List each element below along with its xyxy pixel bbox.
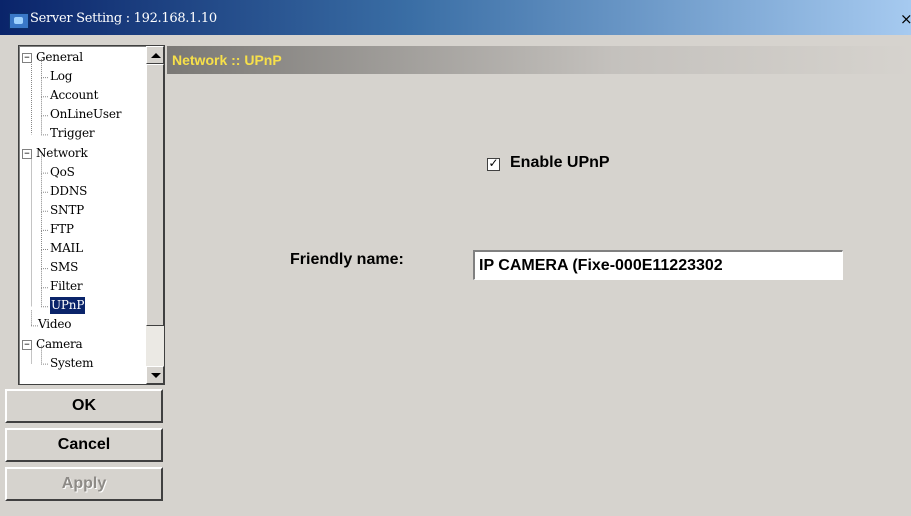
title-bar[interactable]: Server Setting : 192.168.1.10 ×: [0, 0, 911, 35]
collapse-camera-icon[interactable]: −: [22, 339, 32, 350]
tree-item-qos[interactable]: QoS: [50, 164, 75, 181]
tree-item-video[interactable]: Video: [38, 316, 72, 333]
enable-upnp-label[interactable]: Enable UPnP: [510, 154, 610, 172]
cancel-button[interactable]: Cancel: [5, 428, 163, 462]
scroll-up-arrow-icon: [151, 53, 161, 58]
tree-item-account[interactable]: Account: [50, 87, 98, 104]
friendly-name-input[interactable]: [473, 250, 843, 280]
tree-item-trigger[interactable]: Trigger: [50, 125, 95, 142]
tree-scrollbar[interactable]: [146, 46, 164, 384]
scroll-down-arrow-icon: [151, 373, 161, 378]
server-setting-icon: [9, 13, 29, 29]
window-title: Server Setting : 192.168.1.10: [30, 11, 217, 26]
tree-item-mail[interactable]: MAIL: [50, 240, 83, 257]
server-setting-window: Server Setting : 192.168.1.10 × − General…: [0, 0, 911, 516]
tree-item-sntp[interactable]: SNTP: [50, 202, 84, 219]
check-icon: ✓: [488, 156, 499, 170]
tree-item-filter[interactable]: Filter: [50, 278, 83, 295]
friendly-name-label: Friendly name:: [290, 251, 404, 268]
close-icon[interactable]: ×: [900, 11, 911, 27]
enable-upnp-checkbox[interactable]: ✓: [487, 156, 500, 171]
tree-item-sms[interactable]: SMS: [50, 259, 78, 276]
collapse-network-icon[interactable]: −: [22, 148, 32, 159]
scroll-down-button[interactable]: [146, 366, 164, 384]
tree-item-general[interactable]: General: [36, 49, 83, 66]
tree-item-log[interactable]: Log: [50, 68, 72, 85]
ok-button[interactable]: OK: [5, 389, 163, 423]
content-header: Network :: UPnP: [167, 46, 911, 74]
tree-item-camera[interactable]: Camera: [36, 336, 83, 353]
tree-item-ddns[interactable]: DDNS: [50, 183, 87, 200]
collapse-general-icon[interactable]: −: [22, 53, 32, 63]
tree-item-system[interactable]: System: [50, 355, 93, 372]
tree-item-ftp[interactable]: FTP: [50, 221, 74, 238]
tree-item-network[interactable]: Network: [36, 145, 88, 162]
tree-item-upnp[interactable]: UPnP: [50, 297, 86, 315]
scroll-up-button[interactable]: [146, 46, 164, 64]
apply-button[interactable]: Apply: [5, 467, 163, 501]
page-title: Network :: UPnP: [172, 52, 282, 68]
scroll-thumb[interactable]: [146, 64, 164, 326]
tree-item-onlineuser[interactable]: OnLineUser: [50, 106, 122, 123]
settings-tree[interactable]: − General Log Account OnLineUser Trigger − Netw…: [18, 45, 165, 385]
